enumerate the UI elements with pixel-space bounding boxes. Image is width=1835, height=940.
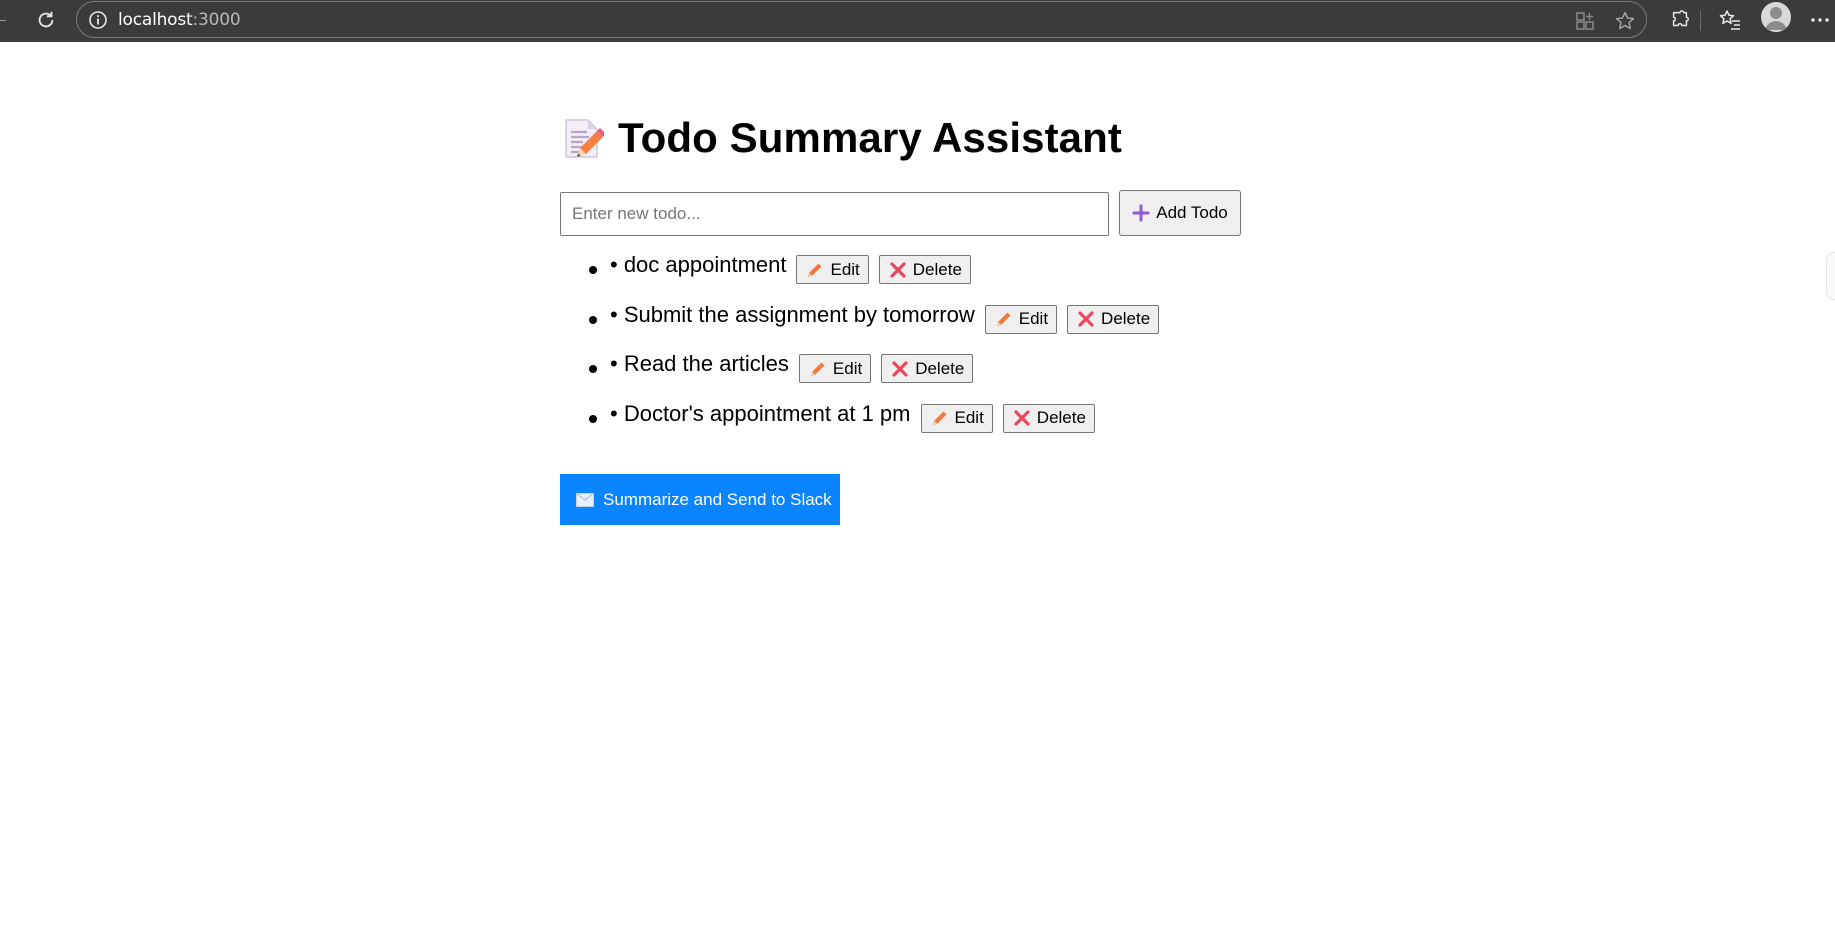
todo-text: • doc appointment <box>610 252 787 277</box>
todo-text: • Read the articles <box>610 351 789 376</box>
cross-icon <box>888 260 908 280</box>
address-bar[interactable]: localhost:3000 <box>76 1 1647 38</box>
pencil-icon <box>808 359 828 379</box>
extensions-icon[interactable] <box>1666 6 1694 34</box>
favorites-icon[interactable] <box>1716 6 1744 34</box>
todo-item: • doc appointment Edit Delete <box>560 250 1169 300</box>
todo-text: • Doctor's appointment at 1 pm <box>610 400 911 426</box>
edit-button[interactable]: Edit <box>920 403 993 433</box>
cross-icon <box>890 359 910 379</box>
edit-label: Edit <box>832 358 863 378</box>
edit-label: Edit <box>830 259 860 279</box>
list-bullet <box>589 266 597 274</box>
pencil-icon <box>930 408 950 428</box>
new-todo-input[interactable] <box>560 192 1109 236</box>
cross-icon <box>1012 408 1032 428</box>
envelope-icon <box>576 492 594 507</box>
plus-icon <box>1132 204 1150 222</box>
browser-toolbar: localhost:3000 <box>0 0 1835 42</box>
info-icon[interactable] <box>87 9 109 31</box>
edit-label: Edit <box>954 408 984 427</box>
add-todo-button[interactable]: Add Todo <box>1119 190 1241 236</box>
page-title: Todo Summary Assistant <box>560 110 1122 166</box>
add-todo-label: Add Todo <box>1156 203 1228 222</box>
list-bullet <box>589 414 597 423</box>
pencil-icon <box>805 260 825 280</box>
summarize-send-slack-button[interactable]: Summarize and Send to Slack <box>560 474 840 525</box>
delete-label: Delete <box>1101 309 1151 328</box>
delete-label: Delete <box>915 358 965 378</box>
url-text[interactable]: localhost:3000 <box>118 9 241 31</box>
todo-text: • Submit the assignment by tomorrow <box>610 301 975 327</box>
delete-button[interactable]: Delete <box>1067 304 1160 334</box>
url-port: :3000 <box>192 10 241 30</box>
delete-button[interactable]: Delete <box>878 255 971 284</box>
edit-button[interactable]: Edit <box>984 304 1058 334</box>
todo-list: • doc appointment Edit Delete • Submit t… <box>560 250 1169 448</box>
more-menu-icon[interactable] <box>1806 6 1834 34</box>
title-text: Todo Summary Assistant <box>618 114 1122 161</box>
toolbar-separator <box>1700 11 1701 31</box>
todo-item: • Doctor's appointment at 1 pm Edit Dele… <box>560 399 1169 449</box>
delete-button[interactable]: Delete <box>1002 403 1095 433</box>
delete-label: Delete <box>1036 408 1086 427</box>
delete-label: Delete <box>912 259 962 279</box>
summarize-label: Summarize and Send to Slack <box>603 489 832 509</box>
memo-emoji <box>565 119 604 158</box>
edit-button[interactable]: Edit <box>796 255 869 284</box>
todo-item: • Read the articles Edit Delete <box>560 349 1169 399</box>
list-bullet <box>589 315 597 324</box>
reload-icon[interactable] <box>32 6 60 34</box>
list-bullet <box>589 365 597 373</box>
edit-label: Edit <box>1018 309 1049 328</box>
url-host: localhost <box>118 10 193 30</box>
cross-icon <box>1076 309 1096 329</box>
sidebar-edge-handle[interactable] <box>1826 252 1835 300</box>
edit-button[interactable]: Edit <box>798 354 872 383</box>
profile-avatar[interactable] <box>1761 2 1791 32</box>
delete-button[interactable]: Delete <box>881 354 974 383</box>
todo-item: • Submit the assignment by tomorrow Edit… <box>560 300 1169 350</box>
favorite-star-icon[interactable] <box>1612 8 1638 34</box>
app-available-icon[interactable] <box>1572 8 1598 34</box>
tab-strip-edge <box>0 20 6 21</box>
pencil-icon <box>994 309 1014 329</box>
